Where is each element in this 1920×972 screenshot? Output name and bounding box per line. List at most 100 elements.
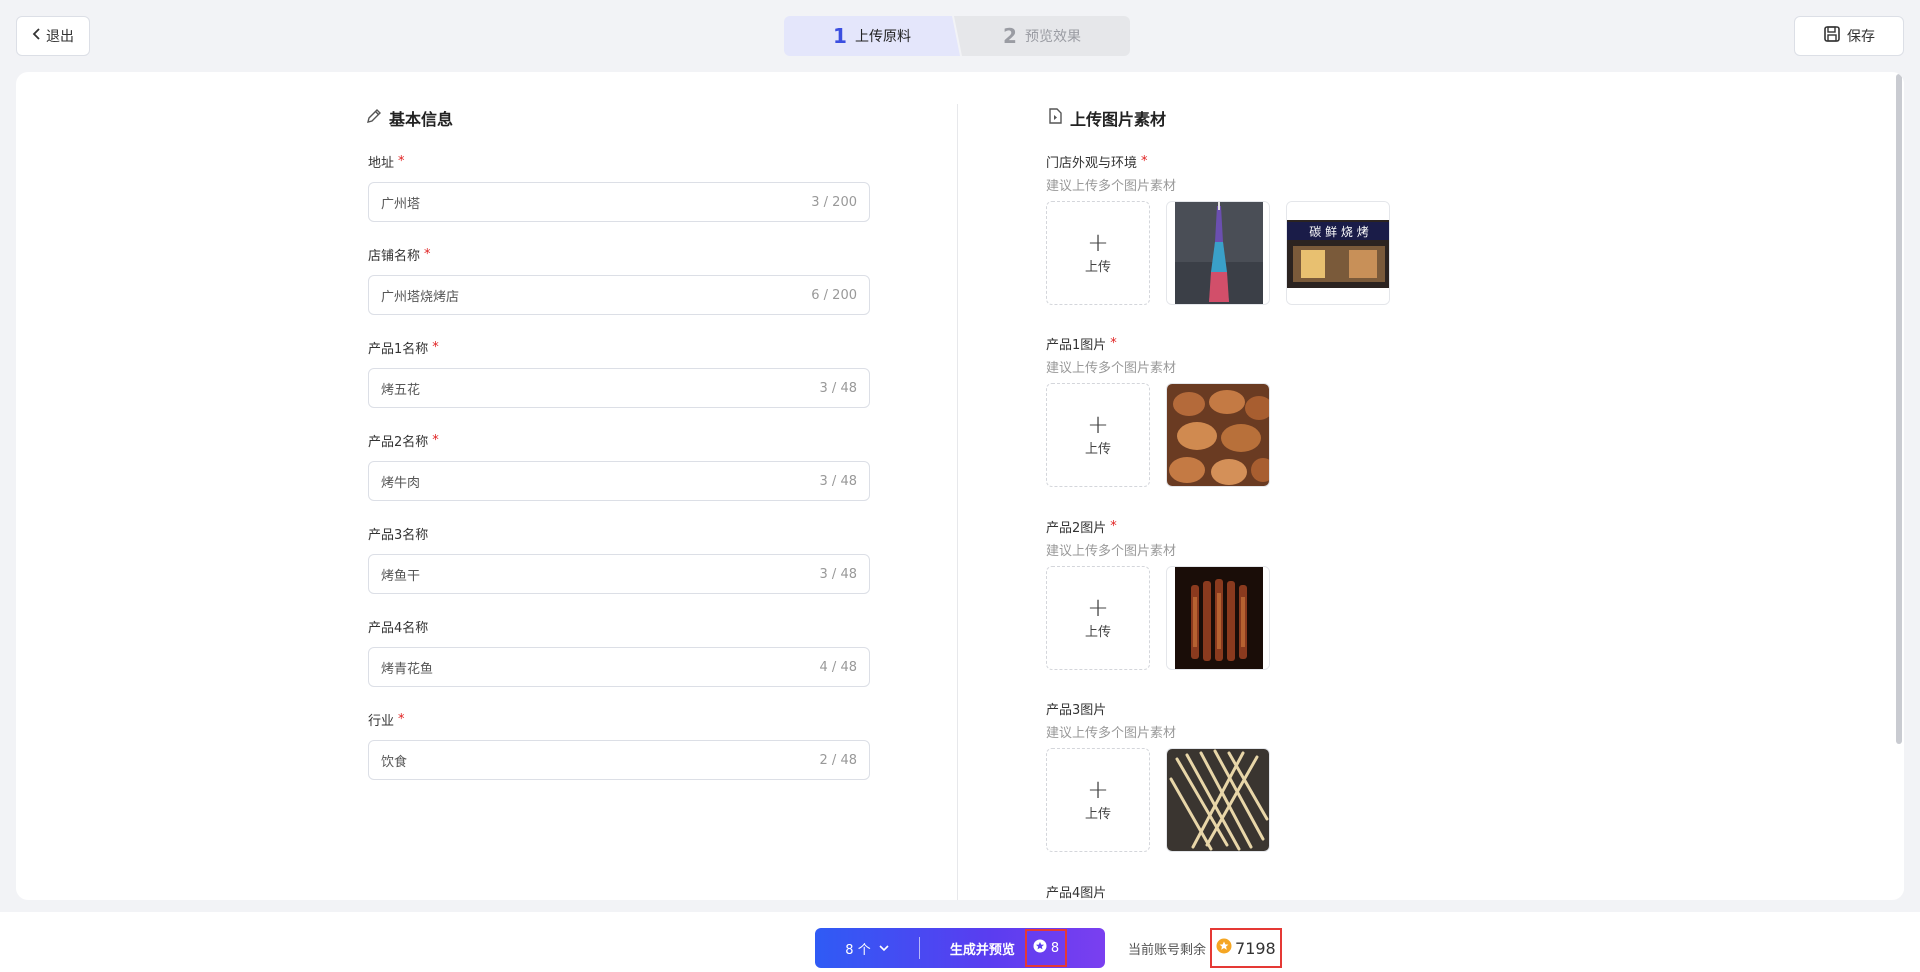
product4-name-input[interactable]: 烤青花鱼 4 / 48 (368, 647, 870, 687)
scrollbar[interactable] (1894, 72, 1904, 900)
input-value: 烤鱼干 (381, 568, 421, 584)
floppy-disk-icon (1823, 25, 1841, 47)
upload-label: 上传 (1084, 806, 1111, 822)
upload-hint: 建议上传多个图片素材 (1046, 544, 1177, 559)
required-mark: * (1141, 153, 1148, 169)
product2-images-group: 产品2图片 * 建议上传多个图片素材 + 上传 (1046, 517, 1646, 670)
label-text: 产品2图片 (1046, 520, 1107, 536)
beef-skewers-image (1167, 567, 1269, 669)
canton-tower-thumbnail[interactable] (1166, 201, 1270, 305)
generate-label: 生成并预览 (949, 942, 1015, 958)
exit-label: 退出 (46, 29, 74, 45)
char-count: 3 / 48 (819, 473, 857, 489)
upload-button[interactable]: + 上传 (1046, 748, 1150, 852)
upload-button[interactable]: + 上传 (1046, 383, 1150, 487)
coin-icon (1033, 939, 1047, 957)
section-title: 上传图片素材 (1070, 110, 1167, 129)
field-label: 产品1名称 * (368, 338, 870, 357)
chevron-left-icon (32, 28, 42, 44)
char-count: 4 / 48 (819, 659, 857, 675)
address-field-group: 地址 * 广州塔 3 / 200 (368, 152, 870, 222)
product3-name-field-group: 产品3名称 烤鱼干 3 / 48 (368, 524, 870, 594)
label-text: 产品4名称 (368, 620, 429, 636)
field-label: 产品2图片 * (1046, 517, 1646, 536)
product3-name-input[interactable]: 烤鱼干 3 / 48 (368, 554, 870, 594)
char-count: 3 / 48 (819, 566, 857, 582)
step-upload-materials[interactable]: 1 上传原料 (784, 16, 960, 56)
exit-button[interactable]: 退出 (16, 16, 90, 56)
char-count: 3 / 200 (811, 194, 857, 210)
input-value: 广州塔烧烤店 (381, 289, 460, 305)
field-label: 产品3名称 (368, 524, 870, 543)
cost-badge: 8 (1024, 929, 1068, 967)
step-indicator: 1 上传原料 2 预览效果 (784, 16, 1130, 56)
grilled-pork-belly-image (1167, 384, 1269, 486)
section-title: 基本信息 (389, 110, 454, 129)
quantity-dropdown[interactable]: 8 个 (815, 939, 919, 958)
field-label: 产品1图片 * (1046, 334, 1646, 353)
required-mark: * (432, 339, 439, 355)
bbq-storefront-thumbnail[interactable]: 碳 鲜 烧 烤 (1286, 201, 1390, 305)
storefront-sign-text: 碳 鲜 烧 烤 (1309, 224, 1368, 239)
plus-icon: + (1087, 592, 1109, 623)
required-mark: * (398, 153, 405, 169)
field-label: 门店外观与环境 * (1046, 152, 1646, 171)
label-text: 产品3图片 (1046, 702, 1107, 718)
save-button[interactable]: 保存 (1794, 16, 1904, 56)
step-label: 预览效果 (1024, 29, 1081, 45)
generate-button-group: 8 个 生成并预览 8 (815, 928, 1105, 968)
required-mark: * (424, 246, 431, 262)
dried-fish-image (1167, 749, 1269, 851)
pencil-icon (365, 107, 383, 129)
storefront-images-group: 门店外观与环境 * 建议上传多个图片素材 + 上传 碳 鲜 烧 烤 (1046, 152, 1646, 305)
field-label: 店铺名称 * (368, 245, 870, 264)
product1-name-input[interactable]: 烤五花 3 / 48 (368, 368, 870, 408)
beef-skewers-thumbnail[interactable] (1166, 566, 1270, 670)
upload-images-heading: 上传图片素材 (1046, 106, 1166, 130)
industry-input[interactable]: 饮食 2 / 48 (368, 740, 870, 780)
save-label: 保存 (1847, 29, 1875, 45)
main-panel: 基本信息 地址 * 广州塔 3 / 200 店铺名称 * 广州塔烧烤店 6 / 20… (16, 72, 1904, 900)
step-number: 2 (1003, 24, 1017, 48)
product4-images-group: 产品4图片 (1046, 882, 1646, 901)
plus-icon: + (1087, 227, 1109, 258)
balance-label: 当前账号剩余 (1128, 942, 1207, 958)
balance-value: 7198 (1235, 938, 1276, 958)
upload-button[interactable]: + 上传 (1046, 566, 1150, 670)
chevron-down-icon (879, 941, 889, 956)
store-name-input[interactable]: 广州塔烧烤店 6 / 200 (368, 275, 870, 315)
product2-name-field-group: 产品2名称 * 烤牛肉 3 / 48 (368, 431, 870, 501)
scrollbar-thumb[interactable] (1896, 74, 1902, 744)
label-text: 行业 (368, 713, 395, 729)
label-text: 产品2名称 (368, 434, 429, 450)
field-label: 行业 * (368, 710, 870, 729)
field-label: 产品4图片 (1046, 882, 1646, 901)
upload-hint: 建议上传多个图片素材 (1046, 361, 1177, 376)
product2-name-input[interactable]: 烤牛肉 3 / 48 (368, 461, 870, 501)
label-text: 店铺名称 (368, 248, 421, 264)
product1-name-field-group: 产品1名称 * 烤五花 3 / 48 (368, 338, 870, 408)
top-bar: 退出 1 上传原料 2 预览效果 保存 (0, 0, 1920, 72)
input-value: 烤牛肉 (381, 475, 421, 491)
generate-preview-button[interactable]: 生成并预览 8 (920, 929, 1105, 967)
balance-badge: 7198 (1210, 928, 1282, 968)
upload-button[interactable]: + 上传 (1046, 201, 1150, 305)
grilled-pork-belly-thumbnail[interactable] (1166, 383, 1270, 487)
required-mark: * (432, 432, 439, 448)
image-file-icon (1046, 107, 1064, 129)
char-count: 6 / 200 (811, 287, 857, 303)
cost-value: 8 (1050, 940, 1060, 956)
label-text: 产品3名称 (368, 527, 429, 543)
dried-fish-thumbnail[interactable] (1166, 748, 1270, 852)
industry-field-group: 行业 * 饮食 2 / 48 (368, 710, 870, 780)
label-text: 产品4图片 (1046, 885, 1107, 901)
product3-images-group: 产品3图片 建议上传多个图片素材 + 上传 (1046, 699, 1646, 852)
address-input[interactable]: 广州塔 3 / 200 (368, 182, 870, 222)
step-preview-effect[interactable]: 2 预览效果 (954, 16, 1130, 56)
required-mark: * (1110, 518, 1117, 534)
label-text: 地址 (368, 155, 395, 171)
field-label: 产品4名称 (368, 617, 870, 636)
product1-images-group: 产品1图片 * 建议上传多个图片素材 + 上传 (1046, 334, 1646, 487)
quantity-value: 8 个 (845, 942, 871, 958)
upload-hint: 建议上传多个图片素材 (1046, 179, 1177, 194)
